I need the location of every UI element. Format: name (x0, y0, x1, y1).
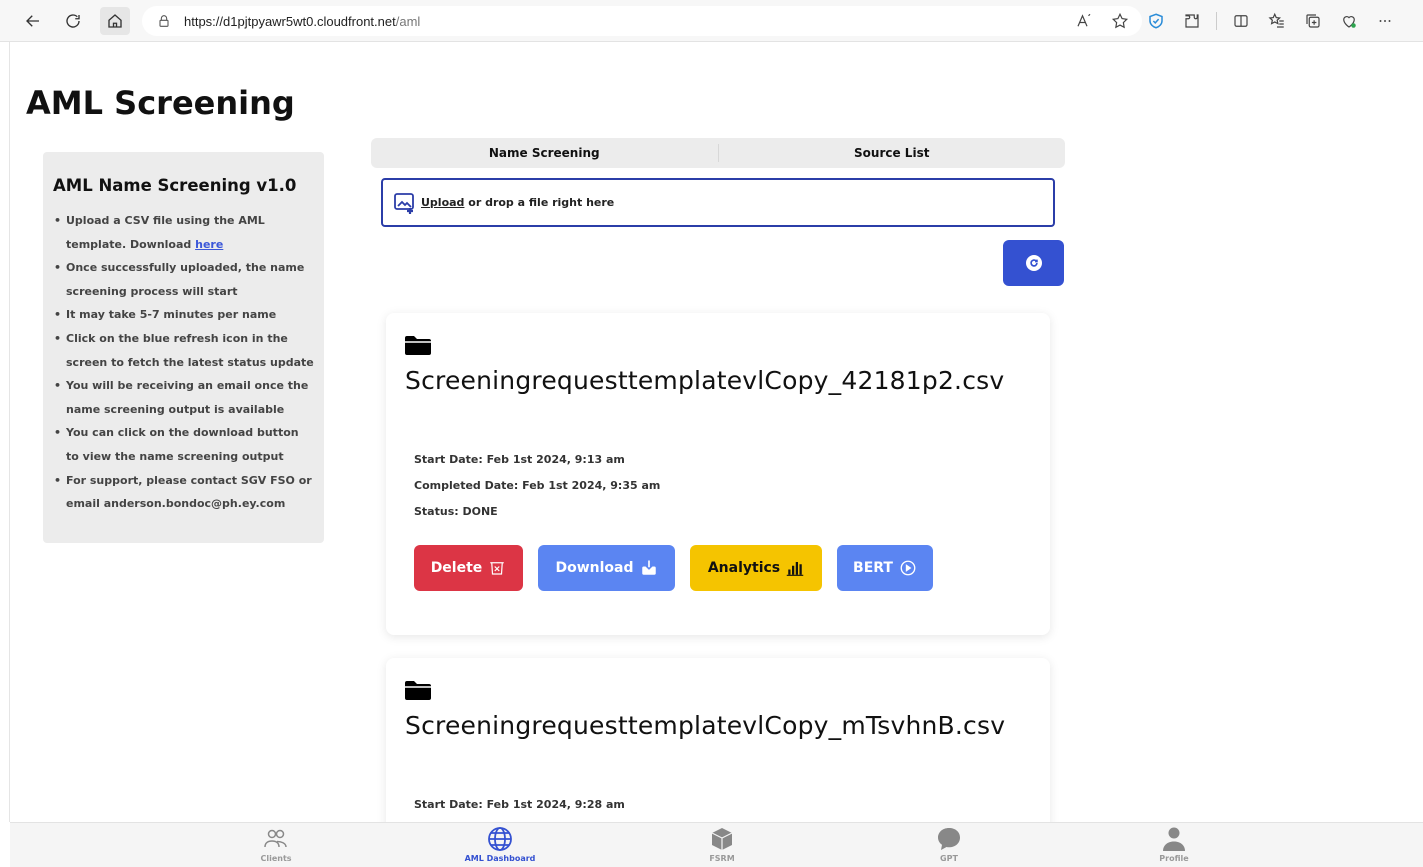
tab-source-list[interactable]: Source List (719, 146, 1066, 160)
url-path: /aml (395, 13, 421, 29)
download-icon (641, 560, 656, 575)
instruction-text: Upload a CSV file using the AML template… (66, 214, 265, 251)
nav-item-profile[interactable]: Profile (1114, 826, 1234, 863)
tab-name-screening[interactable]: Name Screening (371, 146, 718, 160)
card-actions: Delete Download Analytics BERT (414, 545, 948, 591)
favorites-list-icon[interactable] (1265, 9, 1289, 33)
nav-item-fsrm[interactable]: FSRM (662, 826, 782, 863)
instructions-title: AML Name Screening v1.0 (53, 176, 297, 195)
globe-icon (488, 827, 512, 851)
file-name: ScreeningrequesttemplatevlCopy_42181p2.c… (405, 366, 1005, 395)
page-edge (9, 42, 10, 822)
toolbar-divider (1216, 12, 1217, 30)
file-name: ScreeningrequesttemplatevlCopy_mTsvhnB.c… (405, 711, 1006, 740)
upload-prompt: Upload or drop a file right here (421, 196, 614, 209)
start-date: Start Date: Feb 1st 2024, 9:13 am (414, 453, 625, 466)
home-icon[interactable] (100, 7, 130, 35)
back-icon[interactable] (21, 9, 45, 33)
instructions-list: Upload a CSV file using the AML template… (53, 209, 314, 516)
address-bar[interactable]: https://d1pjtpyawr5wt0.cloudfront.net/am… (142, 6, 1142, 36)
upload-link[interactable]: Upload (421, 196, 464, 209)
bert-button[interactable]: BERT (837, 545, 933, 591)
browser-essentials-icon[interactable] (1337, 9, 1361, 33)
download-label: Download (555, 560, 634, 576)
favorite-star-icon[interactable] (1108, 9, 1132, 33)
play-circle-icon (900, 560, 916, 576)
nav-item-gpt[interactable]: GPT (889, 826, 1009, 863)
nav-label: Profile (1159, 854, 1189, 863)
url-host: https://d1pjtpyawr5wt0.cloudfront.net (184, 13, 396, 29)
nav-label: FSRM (709, 854, 735, 863)
person-icon (1163, 827, 1185, 851)
trash-icon (490, 562, 505, 575)
instructions-panel: AML Name Screening v1.0 Upload a CSV fil… (43, 152, 324, 543)
instruction-item: You can click on the download button to … (53, 421, 314, 468)
instruction-item: Upload a CSV file using the AML template… (53, 209, 314, 256)
page-title: AML Screening (26, 84, 295, 122)
nav-item-clients[interactable]: Clients (216, 826, 336, 863)
screening-file-card: ScreeningrequesttemplatevlCopy_42181p2.c… (386, 313, 1050, 635)
split-screen-icon[interactable] (1229, 9, 1253, 33)
browser-toolbar: https://d1pjtpyawr5wt0.cloudfront.net/am… (0, 0, 1423, 42)
chat-bubble-icon (938, 828, 960, 850)
shield-extension-icon[interactable] (1144, 9, 1168, 33)
image-upload-icon (394, 192, 414, 214)
nav-label: GPT (940, 854, 958, 863)
browser-actions (1060, 9, 1397, 33)
url-text: https://d1pjtpyawr5wt0.cloudfront.net/am… (184, 14, 420, 29)
collections-icon[interactable] (1301, 9, 1325, 33)
refresh-page-icon[interactable] (61, 9, 85, 33)
instruction-item: For support, please contact SGV FSO or e… (53, 469, 314, 516)
upload-hint: or drop a file right here (464, 196, 615, 209)
delete-label: Delete (430, 560, 483, 576)
users-icon (264, 829, 287, 848)
folder-icon (405, 681, 431, 700)
bar-chart-icon (786, 562, 804, 576)
cube-icon (711, 828, 733, 850)
refresh-icon (1025, 255, 1042, 271)
status-text: Status: DONE (414, 505, 498, 518)
screening-tabs: Name Screening Source List (371, 138, 1065, 168)
bert-label: BERT (853, 560, 893, 576)
instruction-item: Once successfully uploaded, the name scr… (53, 256, 314, 303)
analytics-button[interactable]: Analytics (690, 545, 822, 591)
read-aloud-icon[interactable] (1072, 9, 1096, 33)
delete-button[interactable]: Delete (414, 545, 523, 591)
instruction-item: You will be receiving an email once the … (53, 374, 314, 421)
analytics-label: Analytics (707, 560, 781, 576)
download-button[interactable]: Download (538, 545, 675, 591)
start-date: Start Date: Feb 1st 2024, 9:28 am (414, 798, 625, 811)
more-options-icon[interactable] (1373, 9, 1397, 33)
lock-icon (159, 15, 169, 27)
extensions-icon[interactable] (1180, 9, 1204, 33)
completed-date: Completed Date: Feb 1st 2024, 9:35 am (414, 479, 661, 492)
instruction-item: It may take 5-7 minutes per name (53, 303, 314, 327)
nav-label: Clients (260, 854, 292, 863)
instruction-item: Click on the blue refresh icon in the sc… (53, 327, 314, 374)
refresh-status-button[interactable] (1003, 240, 1064, 286)
file-dropzone[interactable]: Upload or drop a file right here (381, 178, 1055, 227)
nav-item-aml-dashboard[interactable]: AML Dashboard (440, 826, 560, 863)
bottom-nav: Clients AML Dashboard FSRM GPT Profile (10, 822, 1423, 867)
template-download-link[interactable]: here (195, 238, 223, 251)
nav-label: AML Dashboard (464, 854, 536, 863)
folder-icon (405, 336, 431, 355)
